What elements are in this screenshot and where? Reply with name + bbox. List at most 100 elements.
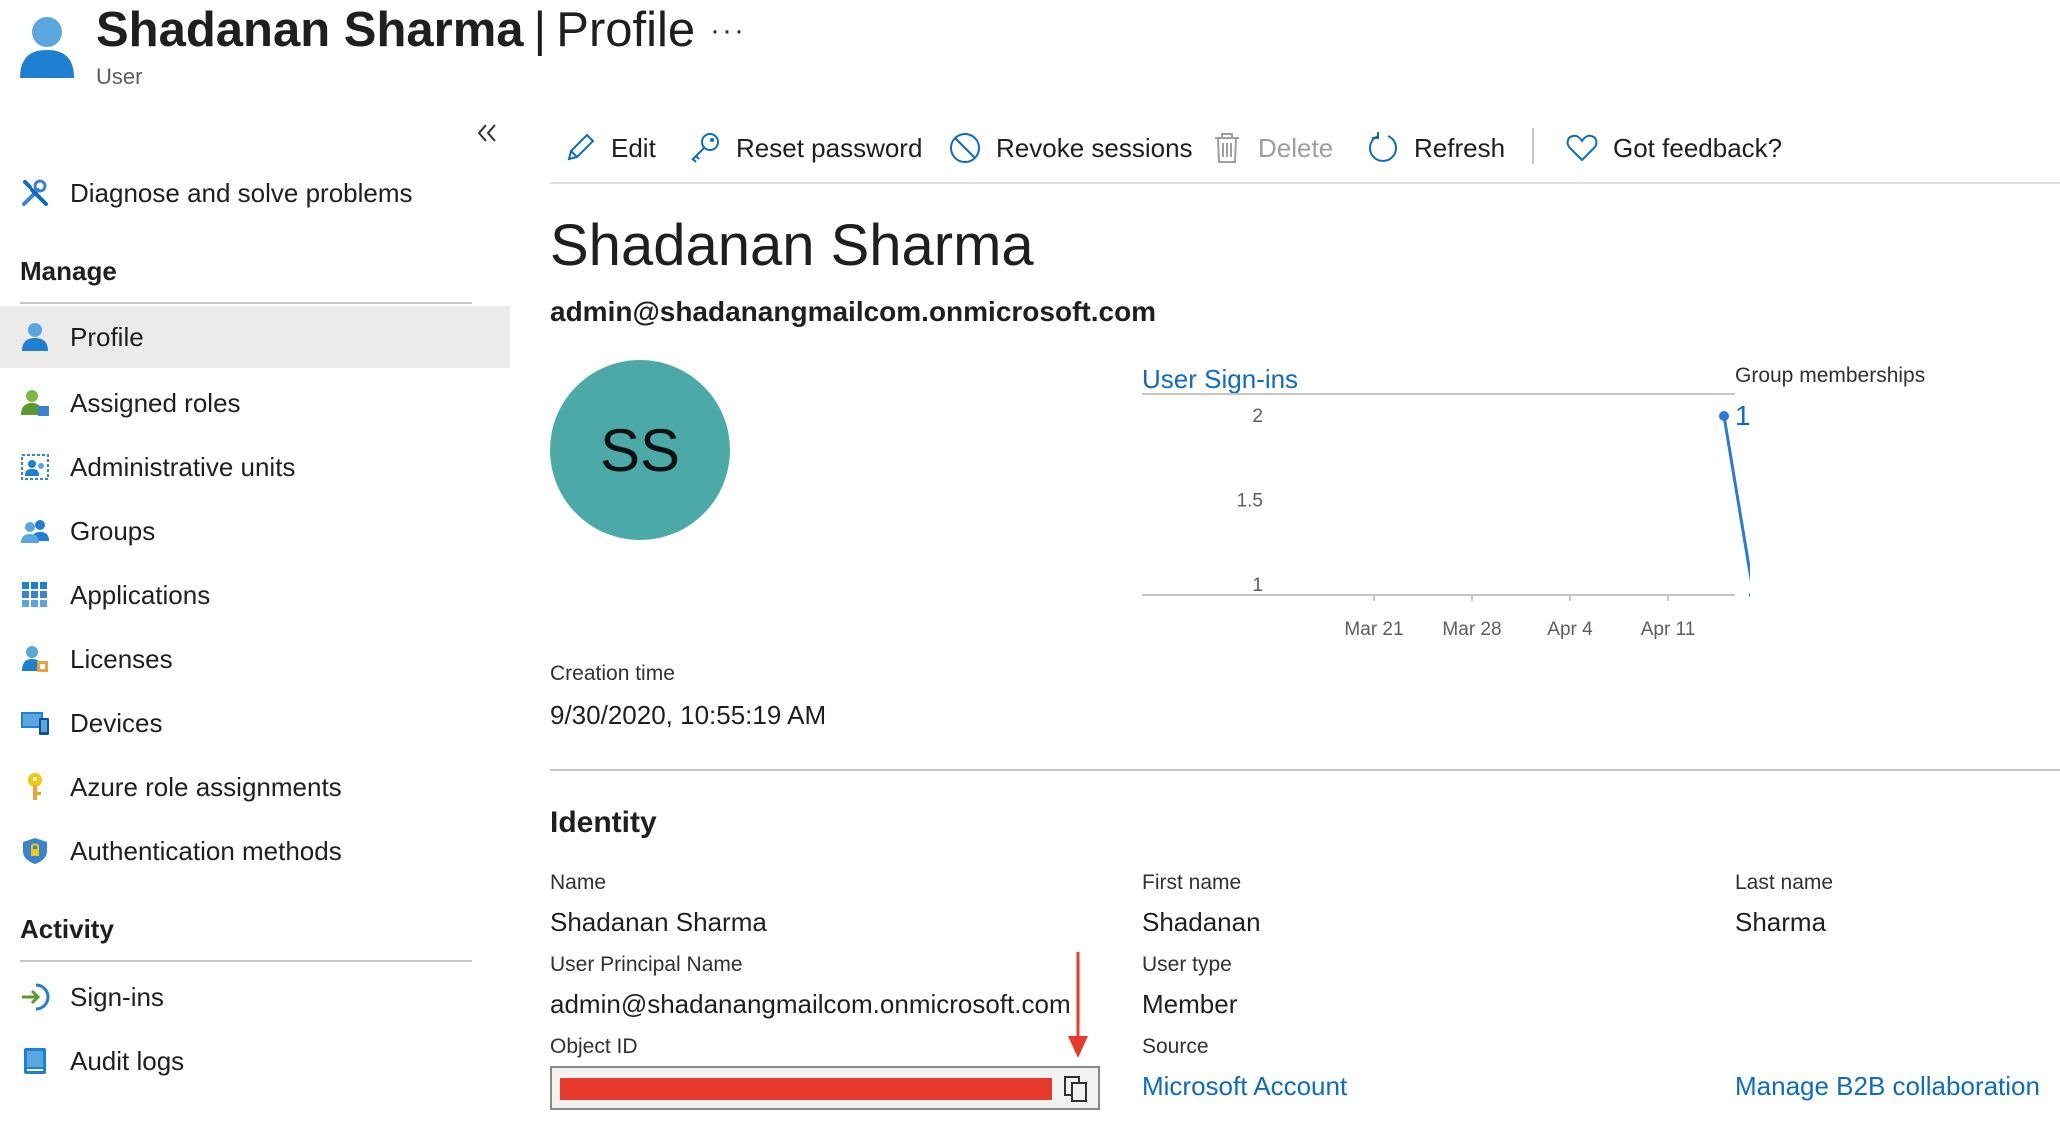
name-value: Shadanan Sharma — [550, 907, 767, 937]
trash-icon — [1215, 133, 1239, 163]
sidebar-item-authentication-methods[interactable]: Authentication methods — [0, 820, 510, 882]
copy-icon — [1064, 1076, 1087, 1102]
source-link[interactable]: Microsoft Account — [1142, 1071, 1347, 1102]
sidebar-item-label: Diagnose and solve problems — [70, 177, 413, 208]
sign-in-icon — [22, 983, 50, 1011]
groups-icon — [21, 520, 49, 543]
creation-time-label: Creation time — [550, 662, 675, 685]
copy-object-id-button[interactable] — [1062, 1074, 1090, 1104]
user-type-value: Member — [1142, 989, 1238, 1019]
sidebar-item-label: Audit logs — [70, 1045, 185, 1076]
heart-icon — [1566, 134, 1598, 162]
y-tick-label: 2 — [1252, 406, 1263, 427]
toolbar-divider — [550, 182, 2060, 184]
delete-button[interactable]: Delete — [1210, 126, 1333, 170]
reset-password-label: Reset password — [736, 132, 923, 163]
sidebar-item-diagnose[interactable]: Diagnose and solve problems — [0, 162, 510, 224]
wrench-icon — [22, 179, 48, 206]
group-memberships-label: Group memberships — [1735, 364, 1926, 387]
sidebar-item-label: Groups — [70, 515, 156, 546]
creation-time-value: 9/30/2020, 10:55:19 AM — [550, 700, 827, 730]
audit-log-icon — [24, 1048, 46, 1074]
x-tick-label: Mar 21 — [1344, 619, 1403, 640]
refresh-button[interactable]: Refresh — [1366, 126, 1505, 170]
toolbar-separator — [1532, 128, 1534, 164]
data-point — [1749, 592, 1750, 598]
group-memberships-link[interactable]: 1 — [1735, 400, 1751, 432]
upn-value: admin@shadanangmailcom.onmicrosoft.com — [550, 989, 1071, 1019]
sidebar-item-label: Assigned roles — [70, 387, 241, 418]
page-subtitle: User — [96, 64, 143, 89]
y-tick-label: 1 — [1252, 575, 1263, 596]
double-chevron-left-icon — [477, 124, 496, 142]
x-tick-label: Mar 28 — [1442, 619, 1501, 640]
source-label: Source — [1142, 1035, 1209, 1058]
devices-icon — [21, 712, 49, 735]
manage-b2b-link[interactable]: Manage B2B collaboration — [1735, 1071, 2040, 1102]
sidebar-item-administrative-units[interactable]: Administrative units — [0, 436, 510, 498]
sidebar-item-devices[interactable]: Devices — [0, 692, 510, 754]
section-divider — [550, 769, 2060, 771]
data-point — [1719, 411, 1729, 421]
sidebar-item-label: Sign-ins — [70, 981, 164, 1012]
admin-units-icon — [21, 454, 49, 480]
sidebar-item-profile[interactable]: Profile — [0, 306, 510, 368]
avatar: SS — [550, 360, 730, 540]
x-tick-label: Apr 4 — [1547, 619, 1593, 640]
y-tick-label: 1.5 — [1237, 491, 1263, 512]
series-line — [1722, 415, 1750, 583]
pencil-icon — [567, 133, 595, 161]
feedback-label: Got feedback? — [1613, 132, 1783, 163]
sidebar-item-audit-logs[interactable]: Audit logs — [0, 1030, 510, 1092]
block-icon — [950, 133, 980, 163]
sidebar-item-label: Licenses — [70, 643, 173, 674]
sidebar-item-label: Azure role assignments — [70, 771, 342, 802]
activity-section-header: Activity — [20, 914, 114, 944]
title-separator: | — [533, 3, 547, 57]
activity-divider — [20, 960, 472, 962]
sign-ins-chart: 2 1.5 1 Mar 21 Mar 28 Apr 4 Apr 11 — [1142, 393, 1750, 640]
key-icon — [28, 773, 42, 800]
grid-icon — [22, 582, 47, 607]
shield-icon — [23, 838, 47, 864]
sidebar-item-sign-ins[interactable]: Sign-ins — [0, 966, 510, 1028]
first-name-value: Shadanan — [1142, 907, 1261, 937]
manage-divider — [20, 302, 472, 304]
key-icon — [691, 133, 719, 163]
license-icon — [22, 646, 48, 672]
sidebar-item-assigned-roles[interactable]: Assigned roles — [0, 372, 510, 434]
identity-section-header: Identity — [550, 806, 657, 839]
refresh-label: Refresh — [1414, 132, 1506, 163]
sidebar-item-label: Applications — [70, 579, 211, 610]
user-icon — [18, 14, 76, 80]
feedback-button[interactable]: Got feedback? — [1565, 126, 1782, 170]
sidebar-item-azure-role-assignments[interactable]: Azure role assignments — [0, 756, 510, 818]
first-name-label: First name — [1142, 871, 1242, 894]
revoke-sessions-button[interactable]: Revoke sessions — [948, 126, 1193, 170]
x-tick-label: Apr 11 — [1641, 619, 1696, 640]
page-name: Profile — [556, 3, 696, 57]
upn-label: User Principal Name — [550, 953, 743, 976]
edit-button[interactable]: Edit — [563, 126, 656, 170]
object-id-label: Object ID — [550, 1035, 638, 1058]
last-name-value: Sharma — [1735, 907, 1827, 937]
delete-label: Delete — [1258, 132, 1334, 163]
edit-label: Edit — [611, 132, 656, 163]
refresh-icon — [1369, 132, 1397, 162]
revoke-sessions-label: Revoke sessions — [996, 132, 1193, 163]
user-principal-name: admin@shadanangmailcom.onmicrosoft.com — [550, 296, 1157, 327]
user-type-label: User type — [1142, 953, 1232, 976]
sidebar-item-label: Authentication methods — [70, 835, 342, 866]
collapse-sidebar-button[interactable] — [474, 120, 500, 146]
manage-section-header: Manage — [20, 256, 117, 286]
reset-password-button[interactable]: Reset password — [688, 126, 922, 170]
sidebar-item-applications[interactable]: Applications — [0, 564, 510, 626]
more-actions-button[interactable]: ··· — [710, 14, 746, 48]
sidebar-item-groups[interactable]: Groups — [0, 500, 510, 562]
user-icon — [22, 323, 48, 351]
sidebar-item-label: Profile — [70, 321, 144, 352]
red-arrow-annotation — [1068, 952, 1088, 1058]
object-id-redaction — [560, 1078, 1052, 1100]
sidebar-item-licenses[interactable]: Licenses — [0, 628, 510, 690]
last-name-label: Last name — [1735, 871, 1834, 894]
